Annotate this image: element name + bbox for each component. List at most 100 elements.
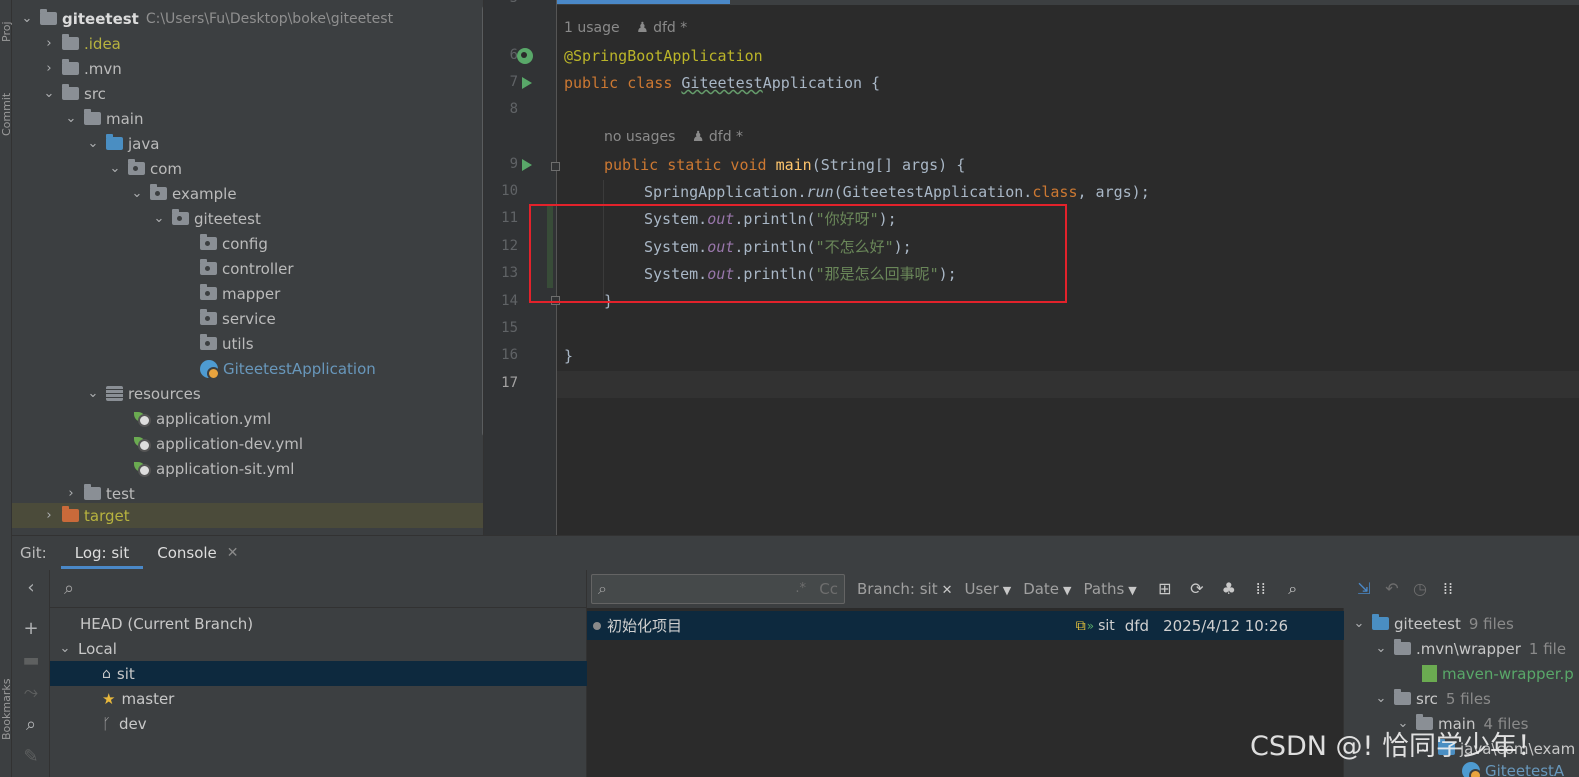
fold-icon[interactable]	[551, 162, 560, 171]
chevron-down-icon[interactable]: ⌄	[1374, 641, 1388, 656]
cherry-pick-icon[interactable]: ♣	[1219, 579, 1239, 599]
chevron-down-icon[interactable]: ⌄	[152, 211, 166, 226]
commit-message: 初始化项目	[607, 617, 683, 635]
tab-log-sit[interactable]: Log: sit	[60, 536, 144, 571]
tree-item-controller[interactable]: controller	[12, 256, 483, 281]
tree-item-com[interactable]: ⌄ com	[12, 156, 483, 181]
usage-count[interactable]: no usages	[604, 129, 675, 145]
tree-item-mvn[interactable]: › .mvn	[12, 56, 483, 81]
group-by-icon[interactable]: ⁞⁞	[1438, 579, 1458, 599]
log-search-input[interactable]: ⌕ .* Cc	[591, 574, 845, 604]
changes-item[interactable]: maven-wrapper.p	[1422, 661, 1574, 686]
line-number: 5	[492, 0, 518, 6]
search-icon: ⌕	[64, 578, 75, 599]
branch-group-local[interactable]: ⌄ Local	[50, 636, 587, 661]
tab-console[interactable]: Console	[143, 536, 221, 571]
fold-icon[interactable]	[551, 296, 560, 305]
view-options-icon[interactable]: ⁞⁞	[1251, 579, 1271, 599]
folder-icon	[1394, 689, 1411, 705]
code-line-14: }	[604, 292, 614, 310]
left-tool-strip: Proj Commit Bookmarks	[0, 0, 13, 777]
commit-date: 2025/4/12 10:26	[1163, 616, 1288, 635]
changes-root[interactable]: ⌄ giteetest 9 files	[1352, 611, 1514, 636]
edit-icon[interactable]: ✎	[20, 746, 42, 768]
tree-item-application-dev-yml[interactable]: application-dev.yml	[12, 431, 483, 456]
branch-head[interactable]: HEAD (Current Branch)	[50, 611, 587, 636]
revert-icon[interactable]: ↶	[1382, 579, 1402, 599]
match-case-toggle[interactable]: Cc	[819, 580, 838, 598]
changes-item[interactable]: ⌄ src 5 files	[1374, 686, 1491, 711]
chevron-down-icon[interactable]: ⌄	[42, 86, 56, 101]
tree-item-application-sit-yml[interactable]: application-sit.yml	[12, 456, 483, 481]
run-icon[interactable]	[522, 159, 532, 171]
vcs-change-marker[interactable]	[547, 206, 553, 288]
chevron-down-icon[interactable]: ⌄	[1352, 616, 1366, 631]
tree-item-target[interactable]: › target	[12, 503, 483, 528]
project-side-tab[interactable]: Proj	[0, 2, 13, 42]
spring-yml-icon	[134, 435, 151, 452]
chevron-down-icon[interactable]: ⌄	[64, 111, 78, 126]
delete-icon[interactable]: ▬	[20, 650, 42, 672]
tree-item-mapper[interactable]: mapper	[12, 281, 483, 306]
tree-item-main[interactable]: ⌄ main	[12, 106, 483, 131]
module-folder-icon	[1372, 614, 1389, 630]
tree-item-giteetest-application[interactable]: GiteetestApplication	[12, 356, 483, 381]
chevron-right-icon[interactable]: ›	[42, 36, 56, 51]
expand-icon[interactable]: ⇲	[1354, 579, 1374, 599]
chevron-down-icon[interactable]: ⌄	[86, 136, 100, 151]
chevron-down-icon[interactable]: ⌄	[58, 641, 72, 656]
chevron-down-icon[interactable]: ⌄	[108, 161, 122, 176]
tree-item-utils[interactable]: utils	[12, 331, 483, 356]
tree-item-src[interactable]: ⌄ src	[12, 81, 483, 106]
chevron-right-icon[interactable]: ›	[42, 508, 56, 523]
commit-side-tab[interactable]: Commit	[0, 66, 13, 136]
chevron-down-icon[interactable]: ⌄	[1374, 691, 1388, 706]
branch-search-field[interactable]: ⌕	[50, 570, 587, 608]
changes-item[interactable]: ⌄ .mvn\wrapper 1 file	[1374, 636, 1566, 661]
line-number: 15	[501, 320, 518, 336]
tree-item-label: main	[106, 109, 144, 128]
chevron-right-icon[interactable]: ›	[42, 61, 56, 76]
tree-item-idea[interactable]: › .idea	[12, 31, 483, 56]
tree-root-giteetest[interactable]: ⌄ giteetest C:\Users\Fu\Desktop\boke\git…	[12, 6, 483, 31]
usage-hint[interactable]: no usages ♟ dfd *	[604, 129, 743, 145]
collapse-icon[interactable]: ‹	[20, 577, 42, 599]
add-icon[interactable]: +	[20, 618, 42, 640]
code-editor[interactable]: 5 1 usage ♟ dfd * 6 @SpringBootApplicati…	[483, 0, 1579, 535]
chevron-right-icon[interactable]: ›	[64, 486, 78, 501]
refresh-icon[interactable]: ⟳	[1187, 579, 1207, 599]
branch-item-master[interactable]: ★ master	[50, 686, 587, 711]
spring-bean-icon[interactable]	[517, 48, 533, 64]
log-toolbar: ⌕ .* Cc Branch: sit ✕ User ▼ Date ▼ Paths ▼ …	[587, 570, 1344, 608]
close-icon[interactable]: ✕	[227, 545, 239, 561]
merge-icon[interactable]: ⤳	[20, 682, 42, 704]
code-line-13: System.out.println("那是怎么回事呢");	[644, 265, 957, 283]
chevron-down-icon[interactable]: ⌄	[20, 11, 34, 26]
tree-item-application-yml[interactable]: application.yml	[12, 406, 483, 431]
branch-head-label: HEAD (Current Branch)	[80, 614, 254, 633]
tree-item-java[interactable]: ⌄ java	[12, 131, 483, 156]
run-icon[interactable]	[522, 77, 532, 89]
tree-item-resources[interactable]: ⌄ resources	[12, 381, 483, 406]
history-icon[interactable]: ◷	[1410, 579, 1430, 599]
branch-item-sit[interactable]: ⌂ sit	[50, 661, 587, 686]
chevron-down-icon[interactable]: ⌄	[130, 186, 144, 201]
tree-item-example[interactable]: ⌄ example	[12, 181, 483, 206]
bookmarks-side-tab[interactable]: Bookmarks	[0, 660, 13, 740]
date-filter[interactable]: Date ▼	[1023, 580, 1071, 598]
tree-item-giteetest-pkg[interactable]: ⌄ giteetest	[12, 206, 483, 231]
usage-hint[interactable]: 1 usage ♟ dfd *	[564, 20, 687, 36]
usage-count[interactable]: 1 usage	[564, 20, 620, 36]
new-branch-icon[interactable]: ⊞	[1155, 579, 1175, 599]
user-filter[interactable]: User ▼	[965, 580, 1012, 598]
tree-item-service[interactable]: service	[12, 306, 483, 331]
chevron-down-icon[interactable]: ⌄	[86, 386, 100, 401]
paths-filter[interactable]: Paths ▼	[1084, 580, 1137, 598]
tree-item-config[interactable]: config	[12, 231, 483, 256]
branch-item-dev[interactable]: ᚴ dev	[50, 711, 587, 736]
search-icon[interactable]: ⌕	[20, 714, 42, 736]
branch-filter[interactable]: Branch: sit ✕	[857, 580, 953, 598]
search-icon[interactable]: ⌕	[1283, 579, 1303, 599]
commit-row[interactable]: 初始化项目 ⧉ » sit dfd 2025/4/12 10:26	[587, 611, 1344, 640]
regex-toggle[interactable]: .*	[795, 581, 806, 596]
